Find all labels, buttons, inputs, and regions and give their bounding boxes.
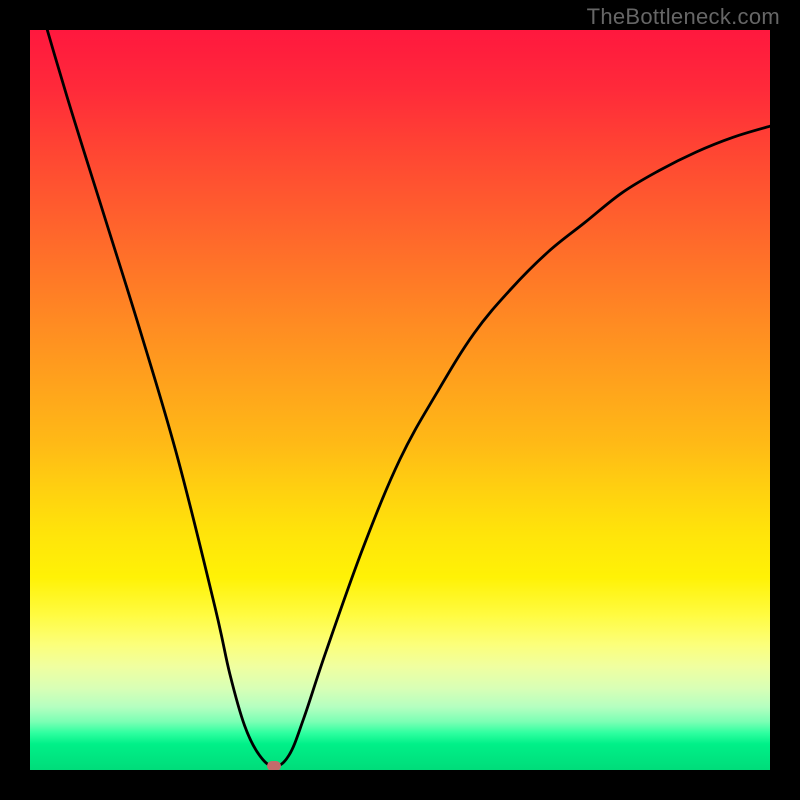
chart-frame: TheBottleneck.com (0, 0, 800, 800)
plot-area (30, 30, 770, 770)
curve-svg (30, 30, 770, 770)
optimum-marker (267, 761, 281, 770)
bottleneck-curve (30, 30, 770, 766)
watermark-text: TheBottleneck.com (587, 4, 780, 30)
